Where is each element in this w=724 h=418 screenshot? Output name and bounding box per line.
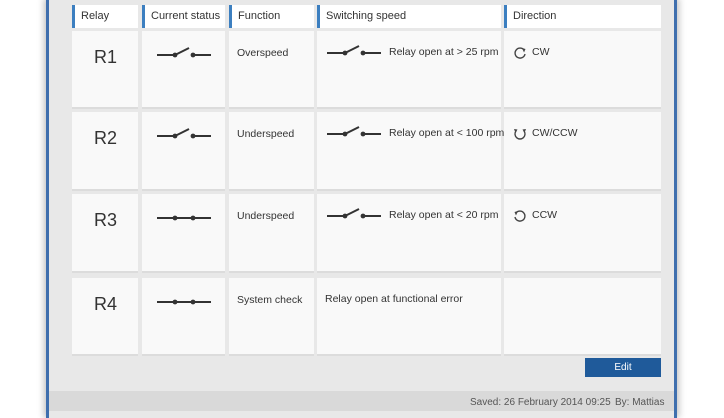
function-label: Underspeed (237, 210, 295, 222)
switch-open-icon (157, 47, 211, 58)
header-function: Function (229, 5, 314, 28)
function-cell: Overspeed (229, 31, 314, 109)
bidirectional-icon (513, 127, 527, 146)
switching-speed-cell: Relay open at < 100 rpm (317, 112, 505, 191)
direction-cell: CW (504, 31, 661, 109)
current-status-cell (142, 194, 225, 273)
switching-speed-text: Relay open at < 20 rpm (389, 209, 499, 221)
direction-label: CW/CCW (532, 127, 578, 139)
speed-switch-symbol (325, 207, 383, 226)
direction-label: CCW (532, 209, 558, 221)
bidirectional-icon (514, 129, 526, 140)
header-direction: Direction (504, 5, 661, 28)
clockwise-icon (513, 46, 527, 65)
switch-symbol (155, 293, 213, 312)
direction-cell: CCW (504, 194, 661, 273)
switching-speed-cell: Relay open at < 20 rpm (317, 194, 501, 273)
switch-closed-icon (157, 299, 211, 305)
switch-closed-icon (157, 215, 211, 221)
direction-cell: CW/CCW (504, 112, 661, 191)
counterclockwise-icon (513, 209, 527, 228)
relay-cell: R1 (72, 31, 138, 109)
switch-open-icon (157, 128, 211, 139)
speed-switch-symbol (325, 44, 383, 63)
switch-symbol (155, 209, 213, 228)
relay-label: R3 (94, 210, 118, 230)
relay-label: R1 (94, 47, 118, 67)
speed-switch-symbol (325, 125, 383, 144)
current-status-cell (142, 31, 225, 109)
function-label: System check (237, 294, 303, 306)
function-cell: Underspeed (229, 194, 314, 273)
switch-symbol (155, 127, 213, 146)
relay-settings-window: Relay Current status Function Switching … (46, 0, 677, 418)
header-relay: Relay (72, 5, 138, 28)
switching-speed-cell: Relay open at > 25 rpm (317, 31, 501, 109)
relay-cell: R2 (72, 112, 138, 191)
header-current-status: Current status (142, 5, 225, 28)
counterclockwise-icon (514, 210, 526, 222)
saved-timestamp: Saved: 26 February 2014 09:25 (470, 397, 611, 408)
relay-label: R4 (94, 294, 118, 314)
switching-speed-text: Relay open at < 100 rpm (389, 127, 505, 139)
relay-cell: R3 (72, 194, 138, 273)
direction-label: CW (532, 46, 550, 58)
clockwise-icon (514, 47, 526, 59)
switch-open-icon (327, 126, 381, 137)
function-cell: Underspeed (229, 112, 314, 191)
switching-speed-text: Relay open at functional error (325, 293, 463, 305)
saved-by: By: Mattias (615, 397, 665, 408)
function-label: Underspeed (237, 128, 295, 140)
relay-cell: R4 (72, 278, 138, 356)
switch-open-icon (327, 45, 381, 56)
switch-symbol (155, 46, 213, 65)
edit-button[interactable]: Edit (585, 358, 661, 377)
current-status-cell (142, 112, 225, 191)
header-switching-speed: Switching speed (317, 5, 501, 28)
switch-open-icon (327, 208, 381, 219)
direction-cell (504, 278, 661, 356)
function-label: Overspeed (237, 47, 289, 59)
relay-label: R2 (94, 128, 118, 148)
switching-speed-cell: Relay open at functional error (317, 278, 501, 356)
function-cell: System check (229, 278, 314, 356)
switching-speed-text: Relay open at > 25 rpm (389, 46, 499, 58)
current-status-cell (142, 278, 225, 356)
